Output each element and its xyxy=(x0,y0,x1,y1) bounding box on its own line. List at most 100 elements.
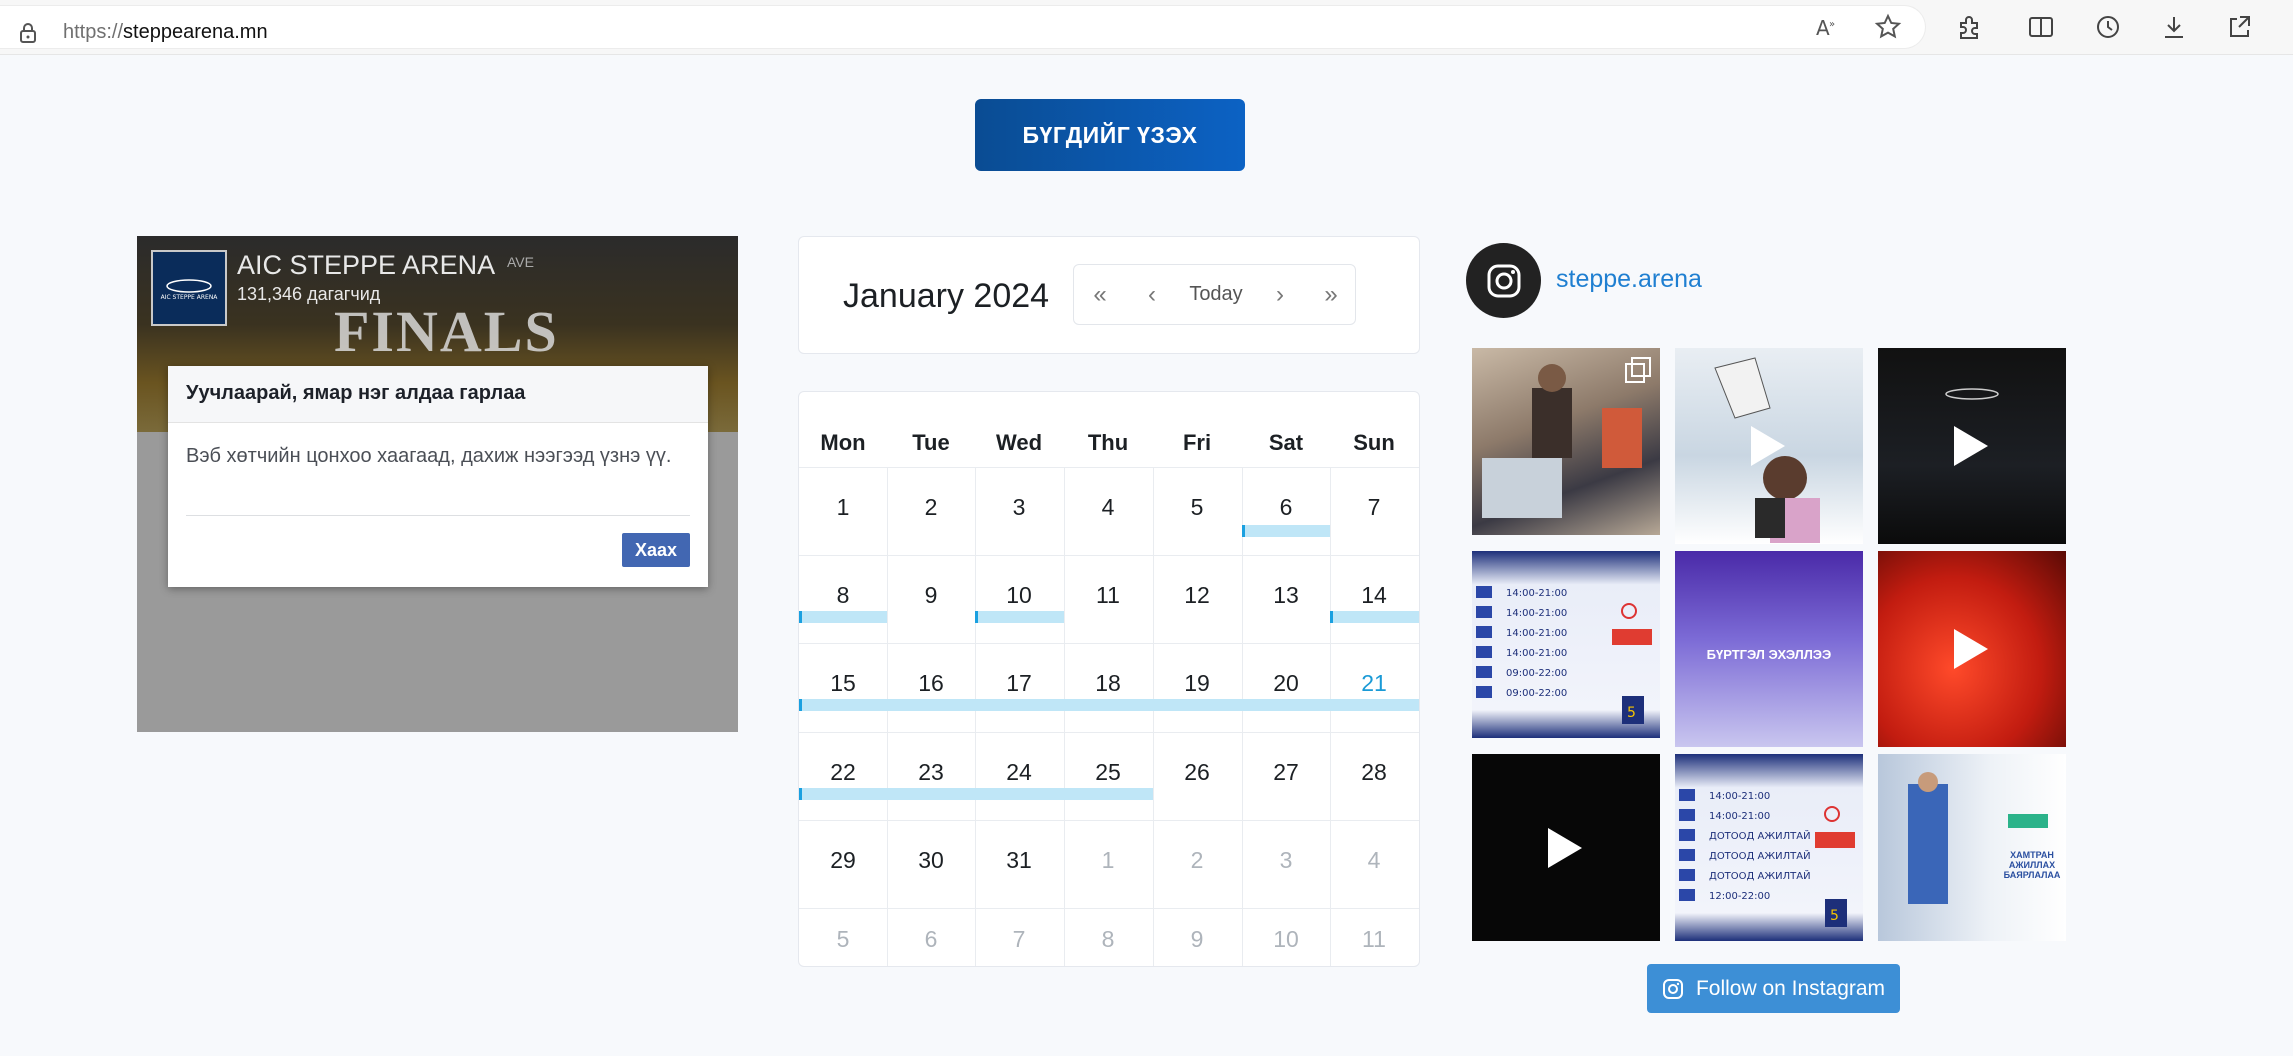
calendar-day-other-month[interactable]: 3 xyxy=(1242,847,1330,874)
calendar-day[interactable]: 7 xyxy=(1330,494,1418,521)
calendar-day-other-month[interactable]: 4 xyxy=(1330,847,1418,874)
instagram-post-photo-airport[interactable] xyxy=(1472,348,1660,535)
calendar-day[interactable]: 11 xyxy=(1064,582,1152,609)
play-icon[interactable] xyxy=(1954,629,1988,669)
instagram-post-red-ice[interactable] xyxy=(1878,551,2066,747)
calendar-day[interactable]: 23 xyxy=(887,759,975,786)
event-bar-accent xyxy=(1330,611,1333,623)
history-icon[interactable] xyxy=(2094,13,2122,41)
follow-on-instagram-button[interactable]: Follow on Instagram xyxy=(1647,964,1900,1013)
favorite-star-icon[interactable] xyxy=(1874,13,1902,41)
album-icon xyxy=(1625,357,1651,383)
event-bar[interactable] xyxy=(799,699,1419,711)
calendar-day[interactable]: 27 xyxy=(1242,759,1330,786)
calendar-day[interactable]: 26 xyxy=(1153,759,1241,786)
extensions-icon[interactable] xyxy=(1955,13,1983,41)
weekday-header-tue: Tue xyxy=(912,430,950,455)
calendar-day[interactable]: 3 xyxy=(975,494,1063,521)
instagram-post-photo-skating-child[interactable] xyxy=(1675,348,1863,544)
instagram-handle[interactable]: steppe.arena xyxy=(1556,265,1702,294)
share-icon[interactable] xyxy=(2225,13,2253,41)
last-page-button[interactable]: » xyxy=(1306,265,1356,324)
address-bar[interactable]: https://steppearena.mn xyxy=(0,6,1925,48)
weekday-header-wed: Wed xyxy=(995,430,1043,455)
calendar-day-other-month[interactable]: 7 xyxy=(975,926,1063,953)
instagram-icon xyxy=(1662,978,1683,999)
calendar-day[interactable]: 16 xyxy=(887,670,975,697)
today-button[interactable]: Today xyxy=(1178,265,1254,324)
calendar-day[interactable]: 4 xyxy=(1064,494,1152,521)
read-aloud-icon[interactable]: A» xyxy=(1813,13,1841,41)
logo-lettering: AIC STEPPE ARENA xyxy=(161,294,219,301)
instagram-post-schedule-poster-2[interactable]: 14:00-21:00 14:00-21:00 ДОТООД АЖИЛТАЙ ДОТО… xyxy=(1675,754,1863,941)
first-page-button[interactable]: « xyxy=(1074,265,1126,324)
grid-vline xyxy=(887,467,888,966)
calendar-day[interactable]: 24 xyxy=(975,759,1063,786)
grid-hline xyxy=(799,908,1419,909)
calendar-day[interactable]: 6 xyxy=(1242,494,1330,521)
calendar-day[interactable]: 30 xyxy=(887,847,975,874)
calendar-day[interactable]: 8 xyxy=(799,582,887,609)
instagram-post-registration-poster[interactable]: БҮРТГЭЛ ЭХЭЛЛЭЭ xyxy=(1675,551,1863,747)
play-icon[interactable] xyxy=(1954,426,1988,466)
calendar-day[interactable]: 10 xyxy=(975,582,1063,609)
calendar-day[interactable]: 14 xyxy=(1330,582,1418,609)
calendar-day[interactable]: 29 xyxy=(799,847,887,874)
facebook-page-name[interactable]: AIC STEPPE ARENA xyxy=(237,250,495,281)
instagram-post-schedule-poster[interactable]: 14:00-21:00 14:00-21:00 14:00-21:00 14:00-2… xyxy=(1472,551,1660,738)
prev-month-button[interactable]: ‹ xyxy=(1126,265,1178,324)
calendar-day[interactable]: 20 xyxy=(1242,670,1330,697)
calendar-day[interactable]: 13 xyxy=(1242,582,1330,609)
event-bar[interactable] xyxy=(799,611,887,623)
calendar-day[interactable]: 22 xyxy=(799,759,887,786)
lock-icon[interactable] xyxy=(18,22,38,44)
calendar-day[interactable]: 15 xyxy=(799,670,887,697)
calendar-day[interactable]: 19 xyxy=(1153,670,1241,697)
calendar-day[interactable]: 31 xyxy=(975,847,1063,874)
schedule-line: 14:00-21:00 xyxy=(1709,811,1770,822)
schedule-line: ДОТООД АЖИЛТАЙ xyxy=(1709,849,1811,862)
calendar-day-other-month[interactable]: 5 xyxy=(799,926,887,953)
calendar-day[interactable]: 1 xyxy=(799,494,887,521)
next-month-button[interactable]: › xyxy=(1254,265,1306,324)
calendar-day-today[interactable]: 21 xyxy=(1330,670,1418,697)
instagram-post-urban-hiring[interactable]: ХАМТРАН АЖИЛЛАХ БАЯРЛАЛАА xyxy=(1878,754,2066,941)
error-dialog-close-button[interactable]: Хаах xyxy=(622,533,690,567)
calendar-day-other-month[interactable]: 8 xyxy=(1064,926,1152,953)
error-dialog: Уучлаарай, ямар нэг алдаа гарлаа Вэб хөт… xyxy=(168,366,708,587)
split-screen-icon[interactable] xyxy=(2027,13,2055,41)
calendar-day-other-month[interactable]: 9 xyxy=(1153,926,1241,953)
facebook-page-logo[interactable]: AIC STEPPE ARENA xyxy=(151,250,227,326)
calendar-day[interactable]: 5 xyxy=(1153,494,1241,521)
instagram-avatar[interactable] xyxy=(1466,243,1541,318)
calendar-day-other-month[interactable]: 11 xyxy=(1330,926,1418,953)
calendar-day[interactable]: 2 xyxy=(887,494,975,521)
calendar-day[interactable]: 9 xyxy=(887,582,975,609)
calendar-day[interactable]: 12 xyxy=(1153,582,1241,609)
download-icon[interactable] xyxy=(2160,13,2188,41)
calendar-day-other-month[interactable]: 10 xyxy=(1242,926,1330,953)
calendar-day[interactable]: 28 xyxy=(1330,759,1418,786)
event-bar[interactable] xyxy=(1330,611,1419,623)
follow-label: Follow on Instagram xyxy=(1695,976,1886,1000)
poster-caption: БҮРТГЭЛ ЭХЭЛЛЭЭ xyxy=(1706,647,1832,662)
event-bar[interactable] xyxy=(1242,525,1330,537)
play-icon[interactable] xyxy=(1548,827,1582,868)
error-dialog-title: Уучлаарай, ямар нэг алдаа гарлаа xyxy=(186,382,526,404)
schedule-lines: 14:00-21:00 14:00-21:00 14:00-21:00 14:00-2… xyxy=(1476,586,1652,724)
instagram-post-dark-logo[interactable] xyxy=(1878,348,2066,544)
calendar-day[interactable]: 25 xyxy=(1064,759,1152,786)
calendar-day[interactable]: 17 xyxy=(975,670,1063,697)
calendar-day[interactable]: 18 xyxy=(1064,670,1152,697)
weekday-header-mon: Mon xyxy=(820,430,866,455)
see-all-button[interactable]: БҮГДИЙГ ҮЗЭХ xyxy=(975,99,1245,171)
instagram-post-black[interactable] xyxy=(1472,754,1660,941)
play-icon[interactable] xyxy=(1751,426,1785,466)
event-bar[interactable] xyxy=(799,788,1153,800)
calendar-day-other-month[interactable]: 2 xyxy=(1153,847,1241,874)
calendar-day-other-month[interactable]: 1 xyxy=(1064,847,1152,874)
url-text[interactable]: https://steppearena.mn xyxy=(63,21,268,44)
event-bar[interactable] xyxy=(975,611,1064,623)
calendar-day-other-month[interactable]: 6 xyxy=(887,926,975,953)
error-dialog-message: Вэб хөтчийн цонхоо хаагаад, дахиж нээгээ… xyxy=(186,445,672,467)
